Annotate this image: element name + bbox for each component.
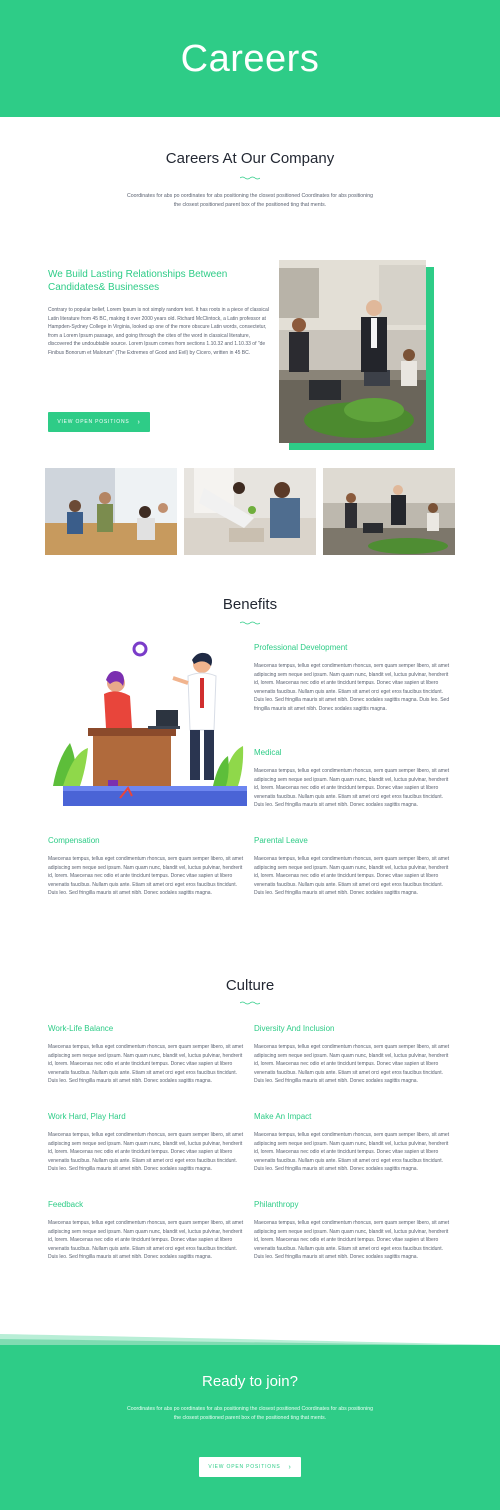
culture-text: Maecenas tempus, tellus eget condimentum…: [254, 1132, 450, 1172]
culture-text: Maecenas tempus, tellus eget condimentum…: [48, 1220, 244, 1260]
benefit-text: Maecenas tempus, tellus eget condimentum…: [254, 856, 450, 896]
relationships-title: We Build Lasting Relationships Between C…: [48, 269, 228, 293]
relationships-body: Contrary to popular belief, Lorem Ipsum …: [48, 307, 269, 356]
culture-text: Maecenas tempus, tellus eget condimentum…: [48, 1132, 244, 1172]
benefit-title: Professional Development: [254, 643, 348, 652]
benefit-title: Compensation: [48, 836, 100, 845]
culture-title: Feedback: [48, 1200, 84, 1209]
squiggle-divider: [240, 1001, 260, 1005]
culture-title: Philanthropy: [254, 1200, 299, 1209]
culture-title: Work-Life Balance: [48, 1024, 114, 1033]
culture-heading: Culture: [225, 977, 275, 994]
benefits-heading: Benefits: [222, 596, 278, 613]
culture-title: Make An Impact: [254, 1112, 312, 1121]
culture-text: Maecenas tempus, tellus eget condimentum…: [48, 1044, 244, 1084]
team-collaboration-photo: [184, 468, 316, 555]
chevron-right-icon: ›: [288, 1463, 292, 1471]
culture-title: Diversity And Inclusion: [254, 1024, 335, 1033]
squiggle-divider: [240, 621, 260, 625]
page-title: Careers: [180, 38, 320, 80]
culture-text: Maecenas tempus, tellus eget condimentum…: [254, 1220, 450, 1260]
intro-text: Coordinates for abs po oordinates for ab…: [127, 193, 373, 208]
squiggle-divider: [240, 176, 260, 180]
team-meeting-photo: [45, 468, 177, 555]
benefit-text: Maecenas tempus, tellus eget condimentum…: [254, 663, 450, 712]
chevron-right-icon: ›: [137, 418, 141, 426]
cta-section: [0, 1345, 500, 1510]
wave-divider: [0, 1334, 500, 1346]
office-presentation-photo: [323, 468, 455, 555]
benefit-text: Maecenas tempus, tellus eget condimentum…: [254, 768, 450, 808]
cta-view-positions-button[interactable]: VIEW OPEN POSITIONS ›: [199, 1457, 301, 1477]
intro-heading: Careers At Our Company: [165, 150, 335, 167]
office-illustration: [48, 638, 248, 808]
benefit-title: Parental Leave: [254, 836, 308, 845]
button-label: VIEW OPEN POSITIONS: [208, 1464, 281, 1470]
culture-title: Work Hard, Play Hard: [48, 1112, 126, 1121]
cta-heading: Ready to join?: [202, 1373, 298, 1390]
cta-text: Coordinates for abs po oordinates for ab…: [127, 1406, 373, 1421]
view-positions-button[interactable]: VIEW OPEN POSITIONS ›: [48, 412, 150, 432]
benefit-title: Medical: [254, 748, 282, 757]
office-team-photo: [279, 260, 426, 443]
culture-text: Maecenas tempus, tellus eget condimentum…: [254, 1044, 450, 1084]
benefit-text: Maecenas tempus, tellus eget condimentum…: [48, 856, 244, 896]
button-label: VIEW OPEN POSITIONS: [57, 419, 130, 425]
